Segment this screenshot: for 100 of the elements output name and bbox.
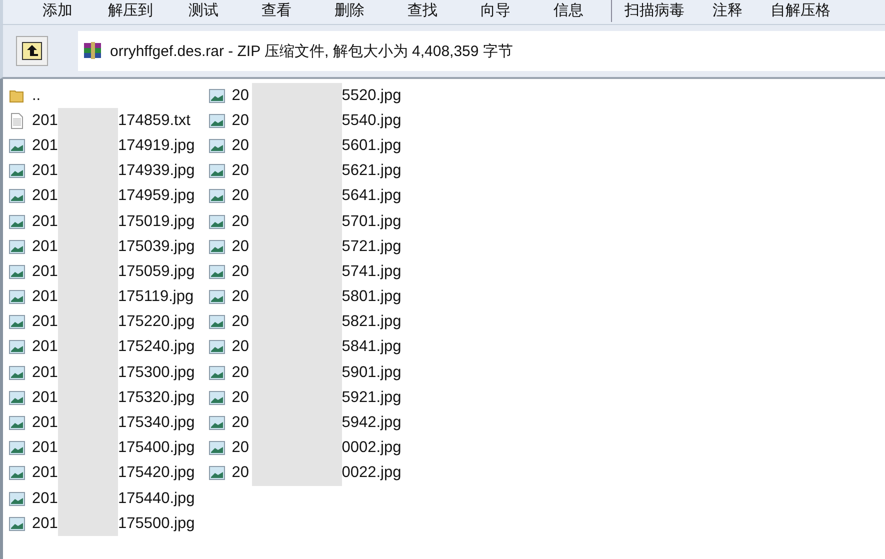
file-item[interactable]: 20 5621.jpg xyxy=(208,158,402,184)
file-item[interactable]: 201 175119.jpg xyxy=(9,284,195,310)
picture-icon xyxy=(9,364,25,381)
file-item[interactable]: 201 174939.jpg xyxy=(9,158,195,184)
file-item[interactable]: 20 5540.jpg xyxy=(208,108,402,134)
file-item[interactable]: 20 5520.jpg xyxy=(208,83,402,108)
file-item[interactable]: 20 5701.jpg xyxy=(208,208,402,234)
toolbar-button[interactable]: 查找 xyxy=(386,0,459,22)
picture-icon xyxy=(208,163,225,180)
up-folder-button[interactable] xyxy=(16,36,48,66)
file-name: 175500.jpg xyxy=(118,514,195,533)
file-name: 174939.jpg xyxy=(118,162,195,180)
picture-icon xyxy=(208,188,225,204)
file-name: 5821.jpg xyxy=(342,313,402,332)
file-item[interactable]: .. xyxy=(9,83,195,108)
file-name: 20 xyxy=(232,86,250,105)
file-name: 20 xyxy=(232,187,250,206)
archive-info-text: orryhffgef.des.rar - ZIP 压缩文件, 解包大小为 4,408,359 字节 xyxy=(110,42,513,60)
file-name: .. xyxy=(32,86,42,105)
file-item[interactable]: 201 175340.jpg xyxy=(9,410,195,436)
picture-icon xyxy=(208,364,225,381)
file-name: 0022.jpg xyxy=(342,464,402,482)
file-name: 20 xyxy=(232,313,250,332)
file-name: 175300.jpg xyxy=(118,364,195,382)
toolbar-button[interactable]: 信息 xyxy=(532,0,605,22)
file-name: 175119.jpg xyxy=(118,288,194,306)
picture-icon xyxy=(208,88,225,104)
picture-icon xyxy=(208,415,225,432)
picture-icon xyxy=(9,390,25,406)
toolbar-button[interactable]: 测试 xyxy=(167,0,240,22)
file-name: 5921.jpg xyxy=(342,388,402,407)
picture-icon xyxy=(208,214,225,230)
file-name: 201 xyxy=(32,414,58,432)
file-name: 5540.jpg xyxy=(342,112,402,130)
file-name: 5721.jpg xyxy=(342,238,402,256)
file-item[interactable]: 201 175500.jpg xyxy=(9,511,195,536)
file-name: 201 xyxy=(32,136,58,155)
toolbar-button[interactable]: 添加 xyxy=(21,0,94,22)
picture-icon xyxy=(9,188,25,204)
file-item[interactable]: 201 175300.jpg xyxy=(9,360,195,386)
file-item[interactable]: 201 175320.jpg xyxy=(9,385,195,410)
file-item[interactable]: 201 175059.jpg xyxy=(9,259,195,284)
toolbar-button[interactable]: 查看 xyxy=(240,0,313,22)
file-item[interactable]: 201 175019.jpg xyxy=(9,208,195,234)
toolbar-button[interactable]: 向导 xyxy=(459,0,532,22)
file-name: 201 xyxy=(32,187,58,206)
file-name: 0002.jpg xyxy=(342,439,402,458)
picture-icon xyxy=(208,390,225,406)
file-item[interactable]: 20 0002.jpg xyxy=(208,436,402,461)
file-item[interactable]: 201 175440.jpg xyxy=(9,486,195,512)
file-name: 201 xyxy=(32,212,58,231)
file-name: 5701.jpg xyxy=(342,212,402,231)
picture-icon xyxy=(9,415,25,432)
file-name: 20 xyxy=(232,238,250,256)
path-field[interactable]: orryhffgef.des.rar - ZIP 压缩文件, 解包大小为 4,408,359 字节 xyxy=(78,31,885,71)
file-item[interactable]: 20 5741.jpg xyxy=(208,259,402,284)
file-item[interactable]: 20 5901.jpg xyxy=(208,360,402,386)
file-item[interactable]: 201 175039.jpg xyxy=(9,234,195,260)
file-item[interactable]: 201 174959.jpg xyxy=(9,184,195,209)
redaction-block xyxy=(58,108,118,134)
file-name: 20 xyxy=(232,364,250,382)
file-name: 20 xyxy=(232,288,250,306)
file-item[interactable]: 20 5801.jpg xyxy=(208,284,402,310)
file-name: 175320.jpg xyxy=(118,388,195,407)
toolbar-button[interactable]: 删除 xyxy=(313,0,386,22)
file-item[interactable]: 201 175240.jpg xyxy=(9,334,195,360)
picture-icon xyxy=(208,112,225,129)
picture-icon xyxy=(208,138,225,154)
file-item[interactable]: 201 174859.txt xyxy=(9,108,195,134)
file-name: 175039.jpg xyxy=(118,238,195,256)
file-name: 175400.jpg xyxy=(118,439,195,458)
file-item[interactable]: 20 5942.jpg xyxy=(208,410,402,436)
file-item[interactable]: 201 175220.jpg xyxy=(9,310,195,335)
picture-icon xyxy=(9,214,25,230)
toolbar-button[interactable]: 自解压格 xyxy=(764,0,837,22)
file-item[interactable]: 201 175420.jpg xyxy=(9,460,195,486)
file-name: 20 xyxy=(232,212,250,231)
file-name: 175340.jpg xyxy=(118,414,195,432)
file-item[interactable]: 20 5921.jpg xyxy=(208,385,402,410)
file-item[interactable]: 201 175400.jpg xyxy=(9,436,195,461)
picture-icon xyxy=(208,264,225,280)
file-item[interactable]: 20 5721.jpg xyxy=(208,234,402,260)
file-name: 5901.jpg xyxy=(342,364,402,382)
toolbar-button[interactable]: 注释 xyxy=(691,0,764,22)
file-item[interactable]: 201 174919.jpg xyxy=(9,133,195,159)
file-name: 201 xyxy=(32,338,58,356)
file-name: 175420.jpg xyxy=(118,464,195,482)
folder-icon xyxy=(9,88,25,104)
file-item[interactable]: 20 5641.jpg xyxy=(208,184,402,209)
file-name: 175059.jpg xyxy=(118,262,195,281)
document-icon xyxy=(9,112,25,129)
file-item[interactable]: 20 5841.jpg xyxy=(208,334,402,360)
file-item[interactable]: 20 5821.jpg xyxy=(208,310,402,335)
toolbar-button[interactable]: 解压到 xyxy=(94,0,167,22)
file-name: 5801.jpg xyxy=(342,288,402,306)
file-name: 201 xyxy=(32,262,58,281)
file-name: 20 xyxy=(232,338,250,356)
file-item[interactable]: 20 5601.jpg xyxy=(208,133,402,159)
file-item[interactable]: 20 0022.jpg xyxy=(208,460,402,486)
toolbar-button[interactable]: 扫描病毒 xyxy=(618,0,691,22)
